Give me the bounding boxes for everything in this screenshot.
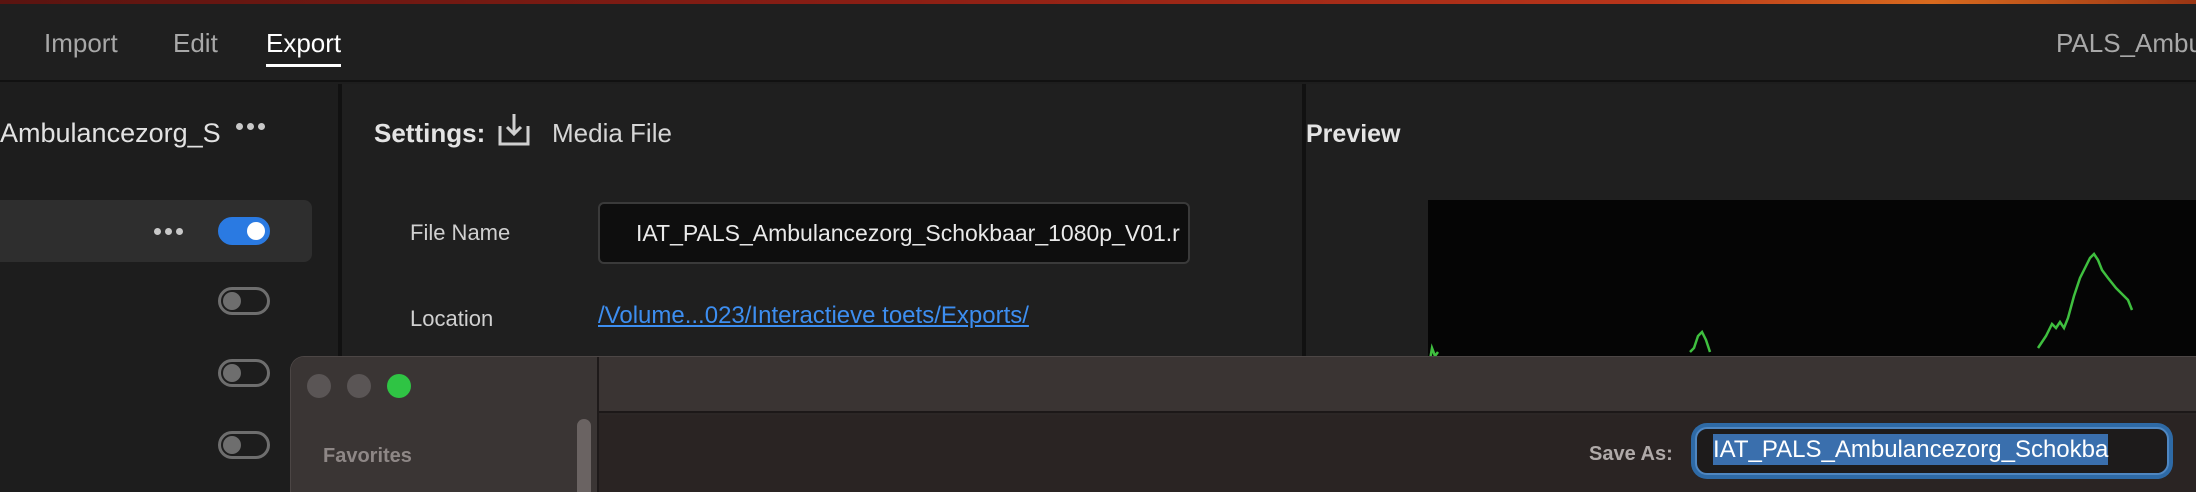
export-icon [498, 114, 530, 146]
destination-toggle-4[interactable] [218, 431, 270, 459]
file-name-label: File Name [410, 220, 511, 245]
dialog-titlebar[interactable] [599, 357, 2196, 413]
favorites-label: Favorites [323, 445, 412, 467]
settings-label: Settings: [374, 118, 486, 148]
save-as-text: IAT_PALS_Ambulancezorg_Schokba [1713, 434, 2109, 465]
media-file-label: Media File [552, 118, 672, 148]
preview-label: Preview [1306, 120, 1401, 148]
save-as-input[interactable]: IAT_PALS_Ambulancezorg_Schokba [1695, 427, 2169, 475]
sidebar-scrollbar[interactable] [577, 419, 591, 492]
location-link[interactable]: /Volume...023/Interactieve toets/Exports… [598, 302, 1029, 330]
tab-export[interactable]: Export [266, 28, 342, 67]
header-bar: Import Edit Export PALS_Ambu [0, 4, 2196, 82]
more-icon[interactable] [154, 219, 183, 243]
preset-name: Ambulancezorg_Sc... [0, 118, 220, 148]
export-screen: Import Edit Export PALS_Ambu Ambulancezo… [0, 0, 2196, 492]
dialog-sidebar: Favorites [291, 357, 599, 492]
zoom-button[interactable] [387, 374, 411, 398]
more-icon[interactable] [236, 114, 272, 138]
project-title: PALS_Ambu [2056, 28, 2196, 58]
export-destinations-panel: Ambulancezorg_Sc... [0, 84, 338, 492]
tab-edit[interactable]: Edit [173, 28, 218, 59]
save-dialog: Favorites Save As: IAT_PALS_Ambulancezor… [290, 356, 2196, 492]
file-name-input[interactable]: IAT_PALS_Ambulancezorg_Schokbaar_1080p_V… [598, 202, 1190, 264]
destination-row-media-file[interactable] [0, 200, 312, 262]
close-button[interactable] [307, 374, 331, 398]
location-label: Location [410, 306, 494, 331]
tab-import[interactable]: Import [44, 28, 118, 59]
destination-toggle-2[interactable] [218, 287, 270, 315]
media-file-toggle[interactable] [218, 217, 270, 245]
minimize-button[interactable] [347, 374, 371, 398]
save-as-label: Save As: [1589, 443, 1673, 465]
destination-toggle-3[interactable] [218, 359, 270, 387]
